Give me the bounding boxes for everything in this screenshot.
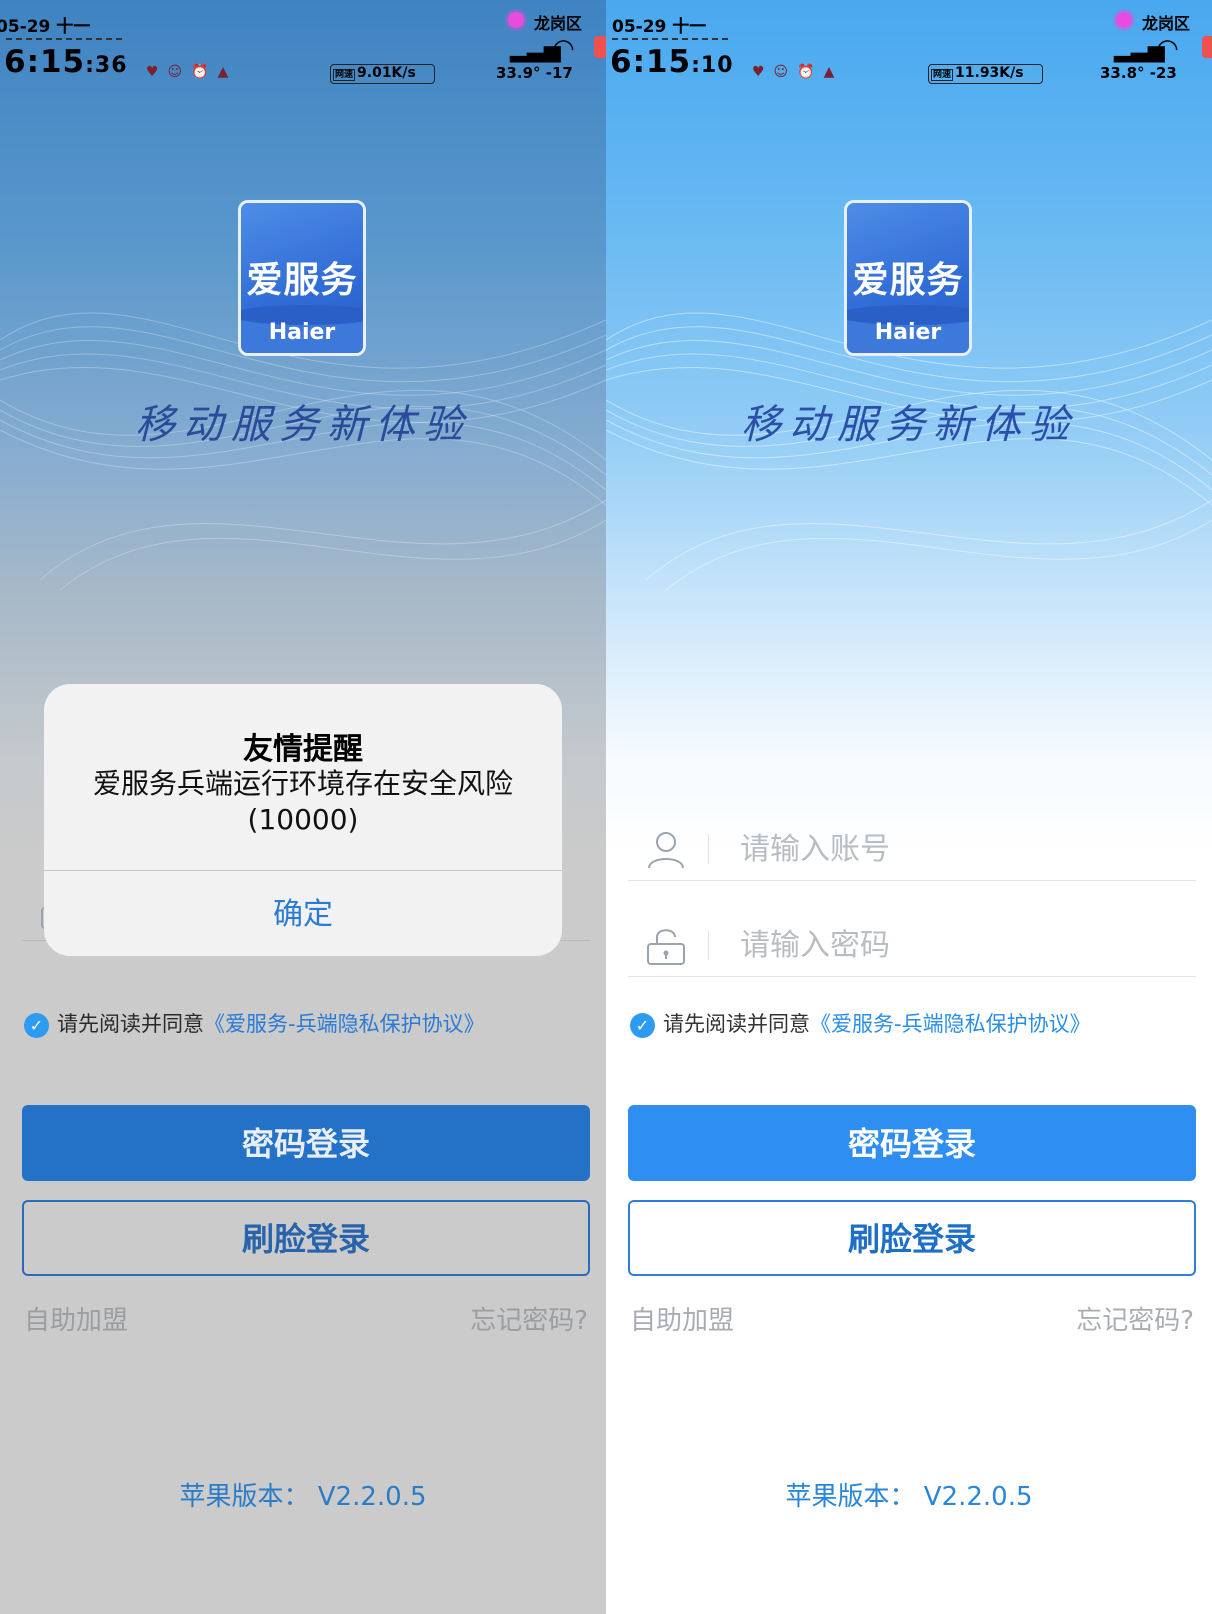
version-label: 苹果版本： V2.2.0.5 [785,1482,1033,1512]
alert-divider [44,870,562,871]
network-speed: 网速 9.01K/s [330,64,435,84]
self-join-link[interactable]: 自助加盟 [24,1300,128,1337]
status-bar: 05-29 十一 6:15:10 ♥☺⏰▲ 网速 11.93K/s 龙岗区 ▂▃▅… [606,0,1212,100]
notification-icons: ♥☺⏰▲ [752,64,844,80]
weather-sun-icon [1116,12,1132,28]
field-separator [708,930,709,960]
status-divider [612,38,728,40]
privacy-agreement[interactable]: ✓ 请先阅读并同意《爱服务-兵端隐私保护协议》 [630,1008,1091,1038]
notification-icons: ♥☺⏰▲ [146,64,238,80]
account-field-row [628,820,1196,881]
app-logo-label: 爱服务 [852,260,964,301]
wifi-icon: ◠ [1156,34,1179,64]
privacy-agreement[interactable]: ✓ 请先阅读并同意《爱服务-兵端隐私保护协议》 [24,1008,485,1038]
check-icon[interactable]: ✓ [630,1012,655,1038]
status-divider [6,38,122,40]
status-date: 05-29 十一 [0,17,91,37]
slogan: 移动服务新体验 [135,402,471,448]
password-field-row [628,916,1196,977]
weather-sun-icon [508,12,524,28]
status-location: 龙岗区 [1142,14,1191,33]
status-bar: 05-29 十一 6:15:36 ♥☺⏰▲ 网速 9.01K/s 龙岗区 ▂▃▅ … [0,0,606,100]
status-weather: 33.9° -17 [496,64,573,82]
alert-message: 爱服务兵端运行环境存在安全风险 (10000) [92,767,513,836]
status-time: 6:15:10 [610,44,734,80]
screenshot-comparison: 05-29 十一 6:15:36 ♥☺⏰▲ 网速 9.01K/s 龙岗区 ▂▃▅ … [0,0,1212,1614]
lock-icon [647,929,685,965]
alert-ok-button[interactable]: 确定 [44,872,562,956]
battery-icon [594,36,606,58]
status-location: 龙岗区 [534,14,583,33]
forgot-password-link[interactable]: 忘记密码? [470,1300,588,1337]
status-time: 6:15:36 [4,44,128,80]
alert-title: 友情提醒 [243,732,363,767]
app-logo: 爱服务 Haier [238,200,366,356]
field-separator [708,834,709,864]
wifi-icon: ◠ [552,34,575,64]
network-speed: 网速 11.93K/s [928,64,1043,84]
face-login-button[interactable]: 刷脸登录 [628,1200,1196,1276]
self-join-link[interactable]: 自助加盟 [630,1300,734,1337]
user-icon [648,832,684,869]
login-screen: 05-29 十一 6:15:10 ♥☺⏰▲ 网速 11.93K/s 龙岗区 ▂▃▅… [606,0,1212,1614]
account-input[interactable] [738,826,1162,872]
brand-logo: Haier [847,305,969,353]
app-logo: 爱服务 Haier [844,200,972,356]
login-screen-with-alert: 05-29 十一 6:15:36 ♥☺⏰▲ 网速 9.01K/s 龙岗区 ▂▃▅ … [0,0,606,1614]
check-icon[interactable]: ✓ [24,1012,49,1038]
status-date: 05-29 十一 [612,17,707,37]
alert-dialog: 友情提醒 爱服务兵端运行环境存在安全风险 (10000) 确定 [44,684,562,956]
battery-icon [1202,36,1212,58]
face-login-button[interactable]: 刷脸登录 [22,1200,590,1276]
privacy-link[interactable]: 《爱服务-兵端隐私保护协议》 [810,1012,1091,1036]
password-login-button[interactable]: 密码登录 [22,1105,590,1181]
privacy-link[interactable]: 《爱服务-兵端隐私保护协议》 [204,1012,485,1036]
forgot-password-link[interactable]: 忘记密码? [1076,1300,1194,1337]
slogan: 移动服务新体验 [741,402,1077,448]
brand-logo: Haier [241,305,363,353]
password-input[interactable] [738,922,1162,968]
status-weather: 33.8° -23 [1100,64,1177,82]
app-logo-label: 爱服务 [246,260,358,301]
version-label: 苹果版本： V2.2.0.5 [179,1482,427,1512]
password-login-button[interactable]: 密码登录 [628,1105,1196,1181]
